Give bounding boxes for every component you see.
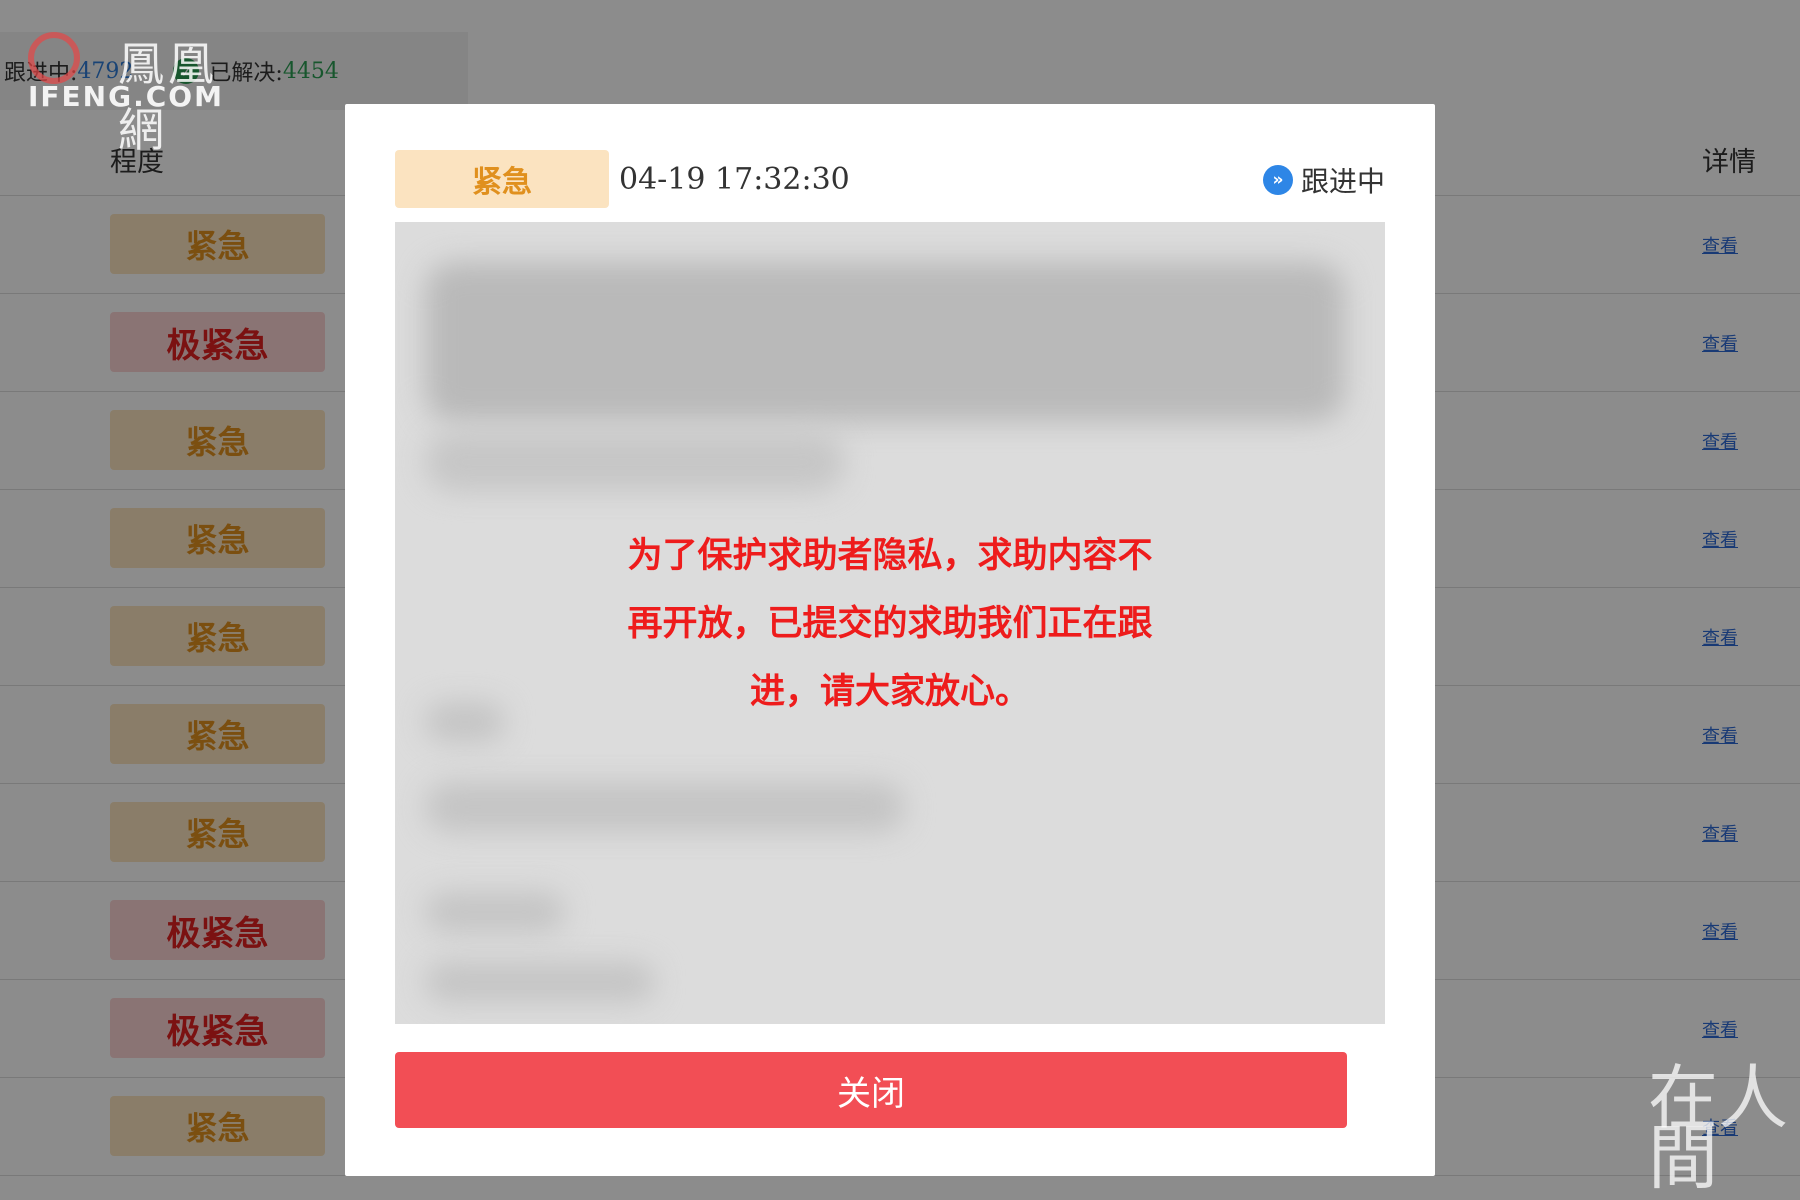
modal-status: » 跟进中 <box>1262 160 1385 200</box>
double-chevron-right-icon: » <box>1262 165 1293 195</box>
ifeng-logo-watermark: 鳳凰網 IFENG.COM <box>22 30 262 157</box>
modal-timestamp: 04-19 17:32:30 <box>619 162 850 197</box>
close-button[interactable]: 关闭 <box>395 1052 1347 1128</box>
corner-watermark: 在人間 <box>1648 1057 1788 1199</box>
request-detail-modal: 紧急 04-19 17:32:30 » 跟进中 为了保护求助者隐私，求助内容不 … <box>345 104 1435 1176</box>
blurred-text <box>425 782 905 832</box>
modal-level-badge: 紧急 <box>395 150 609 208</box>
blurred-text <box>425 702 505 742</box>
blurred-text <box>425 892 565 932</box>
blurred-content-area: 为了保护求助者隐私，求助内容不 再开放，已提交的求助我们正在跟 进，请大家放心。 <box>395 222 1385 1024</box>
blurred-text <box>425 432 845 492</box>
blurred-text <box>425 262 1345 422</box>
modal-status-text: 跟进中 <box>1300 165 1385 198</box>
logo-english-text: IFENG.COM <box>28 80 224 113</box>
blurred-text <box>425 962 655 1002</box>
phoenix-logo-icon <box>28 32 80 84</box>
privacy-notice: 为了保护求助者隐私，求助内容不 再开放，已提交的求助我们正在跟 进，请大家放心。 <box>627 536 1153 712</box>
